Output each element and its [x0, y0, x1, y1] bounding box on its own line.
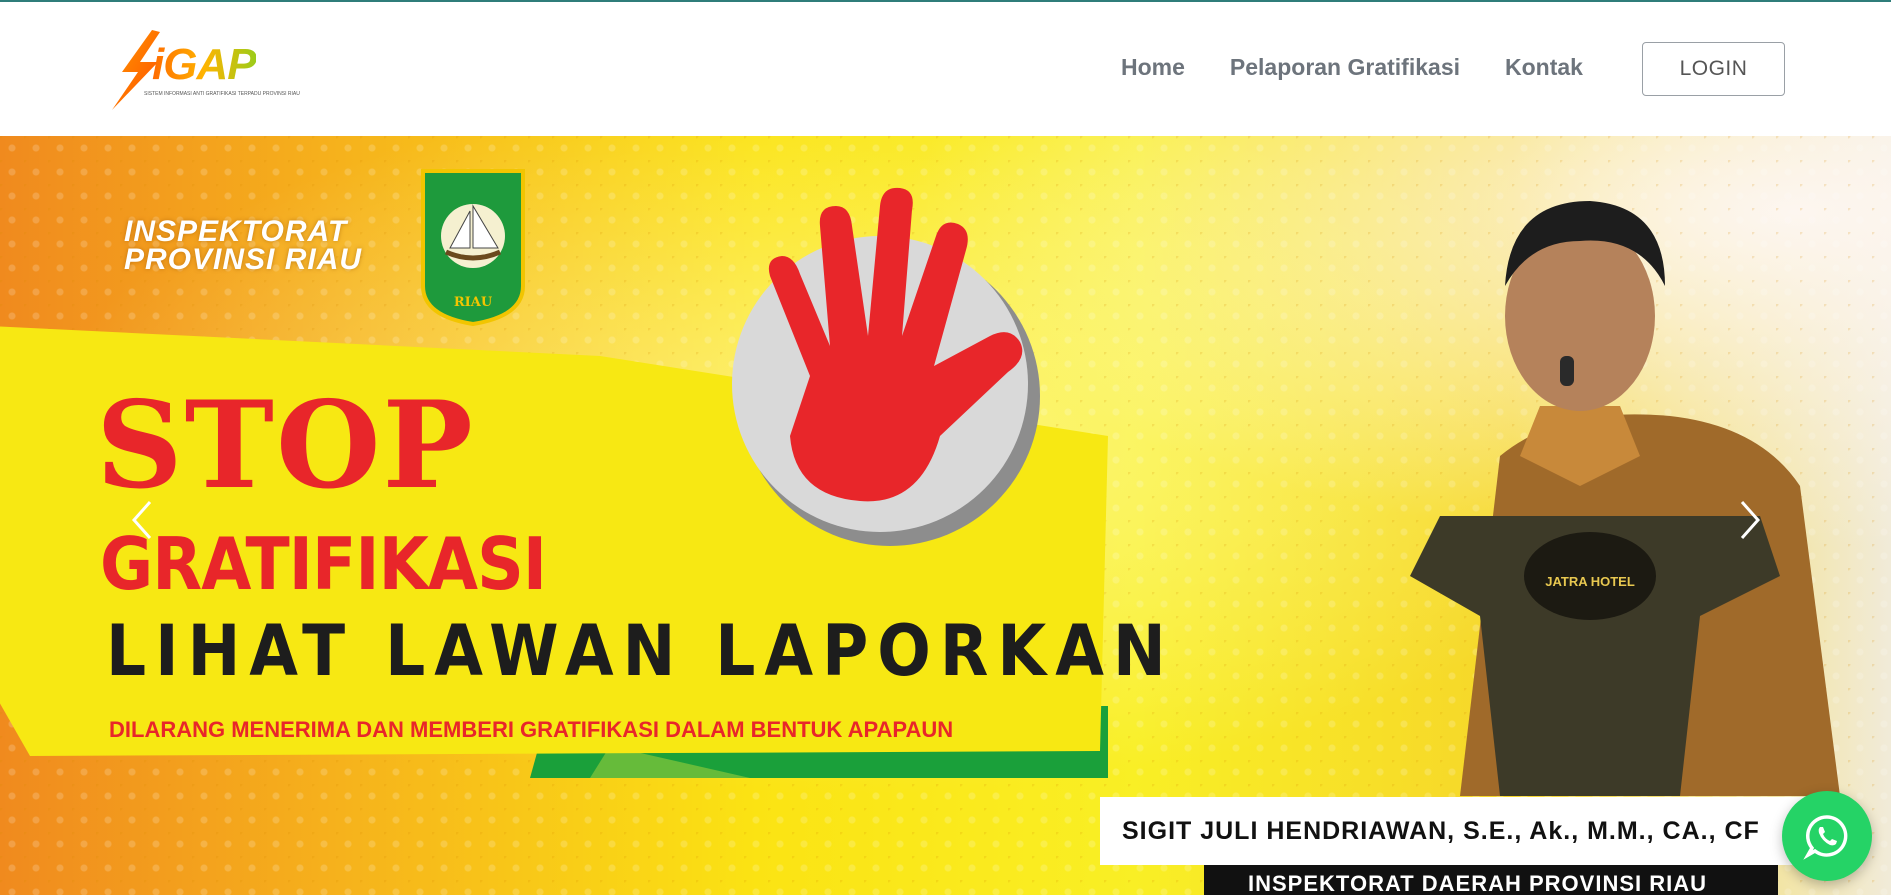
nav-pelaporan-gratifikasi[interactable]: Pelaporan Gratifikasi [1230, 54, 1460, 81]
speaker-photo: JATRA HOTEL [1410, 201, 1840, 796]
site-header: iGAP SISTEM INFORMASI ANTI GRATIFIKASI T… [0, 2, 1891, 136]
main-nav: Home Pelaporan Gratifikasi Kontak [1121, 54, 1583, 81]
whatsapp-chat-button[interactable] [1782, 791, 1872, 881]
speaker-title: INSPEKTORAT DAERAH PROVINSI RIAU [1204, 865, 1778, 895]
headline-stop: STOP [96, 375, 475, 516]
nav-kontak[interactable]: Kontak [1505, 54, 1583, 81]
stop-hand-icon [732, 187, 1040, 546]
podium-label: JATRA HOTEL [1545, 574, 1635, 589]
logo-tagline: SISTEM INFORMASI ANTI GRATIFIKASI TERPAD… [144, 91, 300, 97]
whatsapp-icon [1803, 815, 1848, 860]
riau-emblem-icon: RIAU [421, 169, 525, 326]
hero-carousel: INSPEKTORAT PROVINSI RIAU RIAU STOP GRAT… [0, 136, 1891, 895]
emblem-label: RIAU [454, 295, 493, 310]
carousel-prev-button[interactable] [122, 490, 162, 550]
speaker-name: SIGIT JULI HENDRIAWAN, S.E., Ak., M.M., … [1100, 797, 1830, 865]
notice-text: DILARANG MENERIMA DAN MEMBERI GRATIFIKAS… [109, 717, 954, 742]
org-line-2: PROVINSI RIAU [124, 243, 363, 276]
site-logo[interactable]: iGAP SISTEM INFORMASI ANTI GRATIFIKASI T… [108, 28, 300, 112]
logo-text: iGAP [152, 40, 257, 89]
chevron-right-icon [1740, 501, 1761, 539]
carousel-next-button[interactable] [1730, 490, 1770, 550]
headline-gratifikasi: GRATIFIKASI [100, 522, 547, 606]
slogan: LIHAT LAWAN LAPORKAN [106, 610, 1175, 692]
login-button[interactable]: LOGIN [1642, 42, 1785, 96]
nav-home[interactable]: Home [1121, 54, 1185, 81]
org-title: INSPEKTORAT PROVINSI RIAU [124, 215, 363, 276]
org-line-1: INSPEKTORAT [124, 215, 348, 248]
chevron-left-icon [131, 501, 152, 539]
